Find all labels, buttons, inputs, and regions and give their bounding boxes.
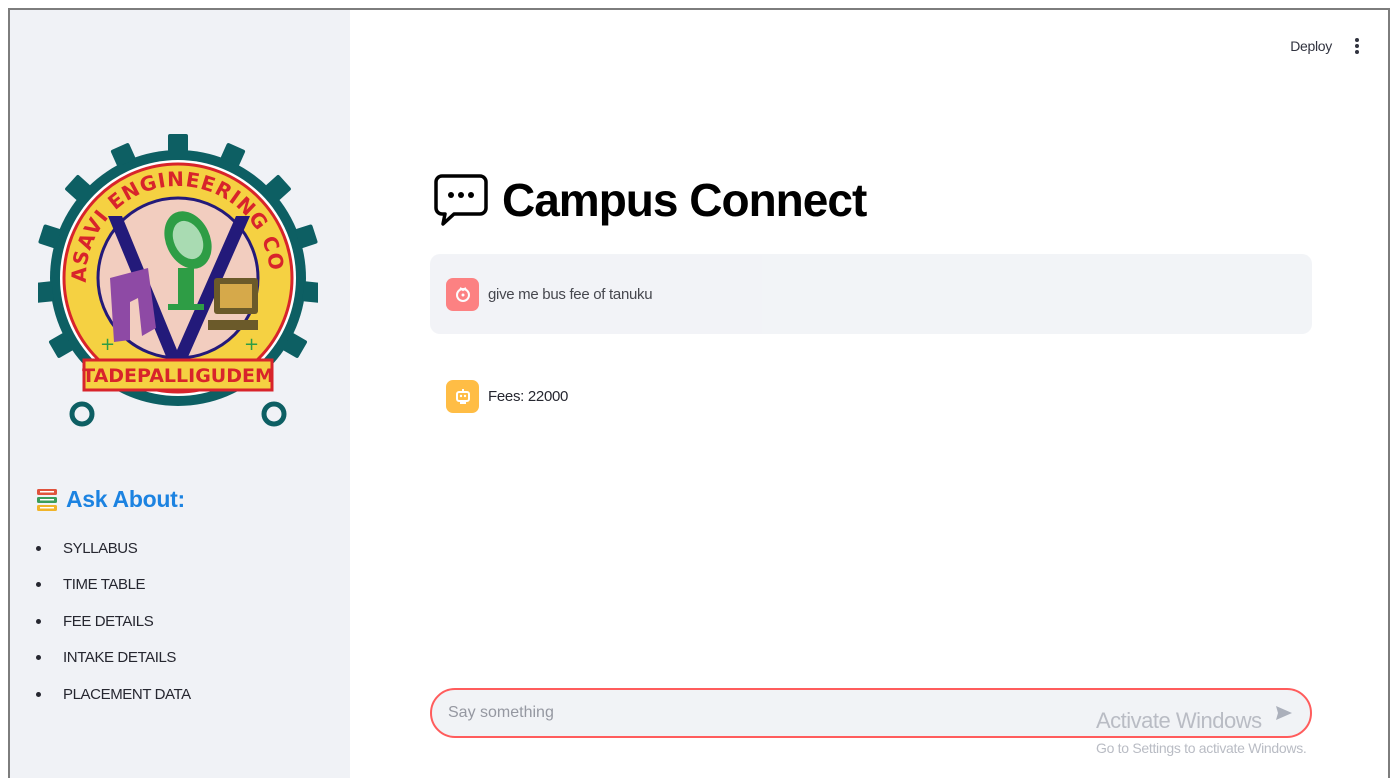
sidebar: SRI VASAVI ENGINEERING COLLEGE: [10, 10, 350, 778]
college-logo-emblem: SRI VASAVI ENGINEERING COLLEGE: [29, 109, 323, 427]
ask-about-label: Ask About:: [66, 486, 185, 512]
chat-message-user: give me bus fee of tanuku: [430, 254, 1312, 334]
deploy-button[interactable]: Deploy: [1290, 38, 1332, 54]
send-button[interactable]: [1264, 693, 1304, 733]
chat-input[interactable]: [432, 704, 1264, 722]
ask-about-list: SYLLABUS TIME TABLE FEE DETAILS INTAKE D…: [36, 530, 191, 713]
page-title: Campus Connect: [434, 172, 867, 228]
list-item: TIME TABLE: [36, 567, 191, 604]
watermark-subtitle: Go to Settings to activate Windows.: [1096, 740, 1307, 756]
send-icon: [1276, 706, 1292, 720]
list-item: FEE DETAILS: [36, 603, 191, 640]
chat-input-box: [430, 688, 1312, 738]
assistant-avatar: [446, 379, 479, 413]
list-item: PLACEMENT DATA: [36, 676, 191, 713]
svg-text:+: +: [244, 334, 259, 355]
user-avatar: [446, 277, 479, 311]
books-icon: [37, 488, 57, 511]
svg-text:TADEPALLIGUDEM: TADEPALLIGUDEM: [82, 365, 274, 387]
user-face-icon: [455, 287, 470, 302]
main-area: Deploy Campus Connect give me bus fee of…: [350, 10, 1388, 778]
college-logo: SRI VASAVI ENGINEERING COLLEGE: [29, 109, 323, 428]
robot-icon: [455, 389, 470, 404]
speech-bubble-icon: [434, 174, 488, 226]
message-text: give me bus fee of tanuku: [488, 285, 653, 303]
page-title-text: Campus Connect: [502, 174, 867, 226]
message-text: Fees: 22000: [488, 387, 569, 405]
list-item: SYLLABUS: [36, 530, 191, 567]
top-toolbar: Deploy: [1290, 36, 1360, 56]
app-window: SRI VASAVI ENGINEERING COLLEGE: [8, 8, 1390, 778]
chat-message-assistant: Fees: 22000: [430, 356, 1312, 436]
svg-text:+: +: [100, 334, 115, 355]
ask-about-heading: Ask About:: [36, 486, 185, 513]
list-item: INTAKE DETAILS: [36, 640, 191, 677]
main-menu-icon[interactable]: [1354, 36, 1360, 56]
